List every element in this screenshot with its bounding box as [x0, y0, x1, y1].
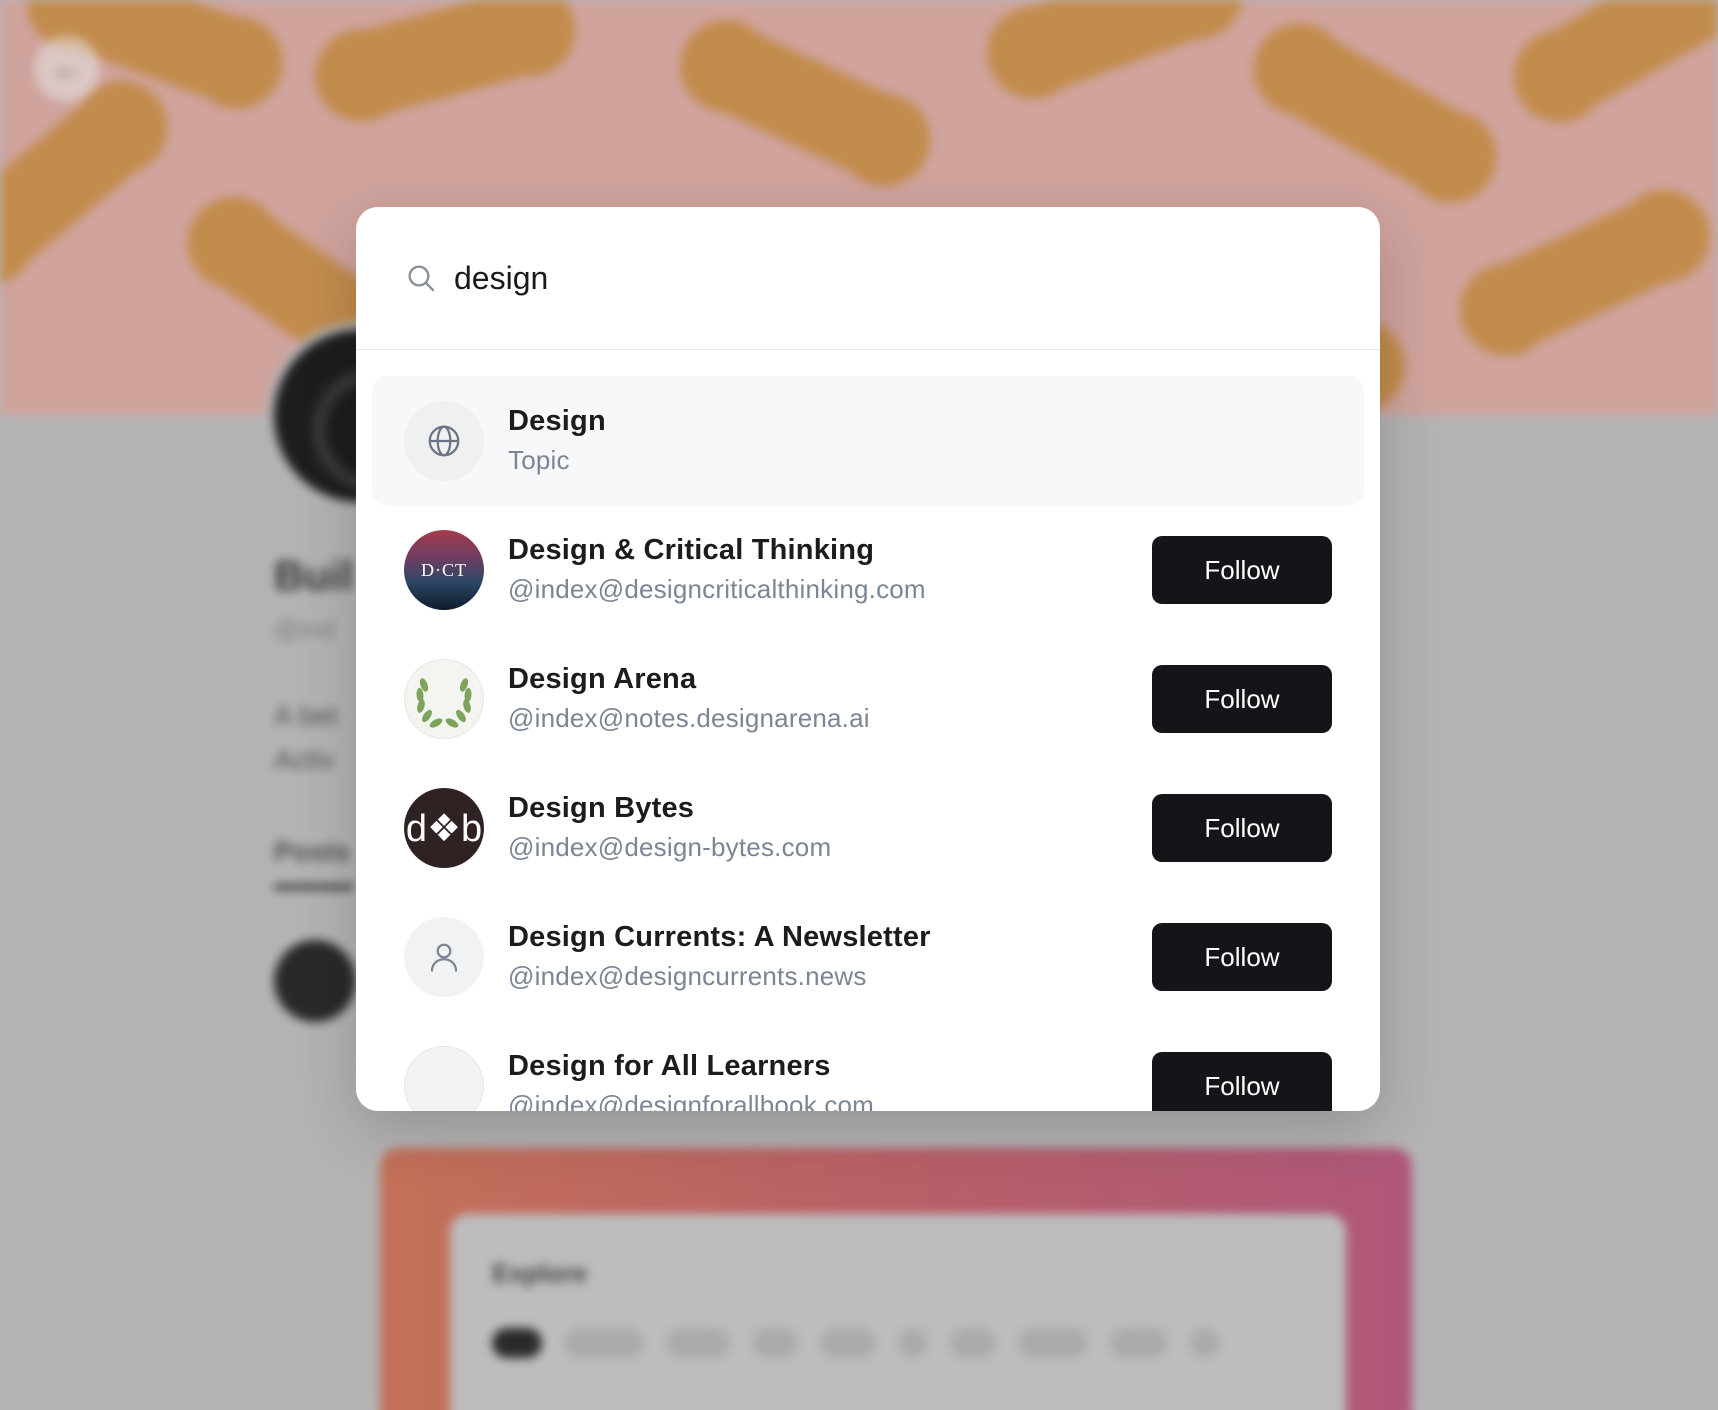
follow-button[interactable]: Follow [1152, 794, 1332, 862]
publication-avatar: d❖b [404, 788, 484, 868]
person-icon [404, 917, 484, 997]
globe-icon [404, 401, 484, 481]
result-topic-design[interactable]: Design Topic [372, 376, 1364, 506]
search-bar [356, 207, 1380, 350]
result-publication[interactable]: Design for All Learners @index@designfor… [372, 1021, 1364, 1111]
follow-button[interactable]: Follow [1152, 1052, 1332, 1111]
follow-button[interactable]: Follow [1152, 536, 1332, 604]
result-publication[interactable]: Design Arena @index@notes.designarena.ai… [372, 634, 1364, 764]
search-input[interactable] [454, 259, 1254, 297]
search-results: Design Topic D·CT Design & Critical Thin… [356, 350, 1380, 1111]
result-publication[interactable]: Design Currents: A Newsletter @index@des… [372, 892, 1364, 1022]
result-publication[interactable]: D·CT Design & Critical Thinking @index@d… [372, 505, 1364, 635]
search-icon [404, 261, 438, 295]
follow-button[interactable]: Follow [1152, 923, 1332, 991]
laurel-icon [404, 659, 484, 739]
result-publication[interactable]: d❖b Design Bytes @index@design-bytes.com… [372, 763, 1364, 893]
result-subtitle: Topic [508, 445, 570, 475]
publication-avatar: D·CT [404, 530, 484, 610]
follow-button[interactable]: Follow [1152, 665, 1332, 733]
blank-avatar [404, 1046, 484, 1111]
result-title: Design [508, 405, 606, 437]
search-modal: Design Topic D·CT Design & Critical Thin… [356, 207, 1380, 1111]
